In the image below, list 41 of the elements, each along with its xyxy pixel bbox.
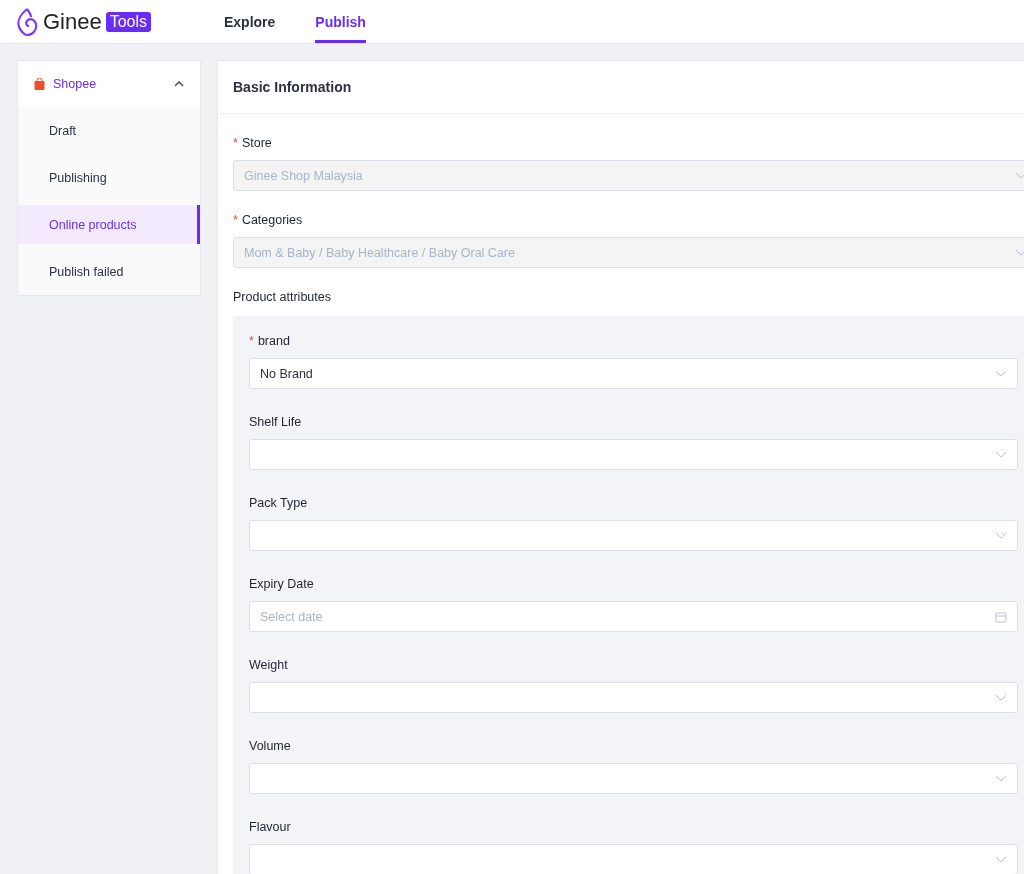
nav-tab[interactable]: Explore bbox=[224, 0, 276, 43]
select-field[interactable] bbox=[249, 763, 1018, 794]
section-label: Product attributes bbox=[233, 290, 332, 304]
section-title: Basic Information bbox=[218, 61, 1024, 114]
required-asterisk: * bbox=[249, 334, 254, 348]
logo-text: Ginee bbox=[43, 8, 102, 35]
required-asterisk: * bbox=[233, 213, 238, 227]
field-label: Flavour bbox=[249, 820, 291, 834]
chevron-down-icon bbox=[995, 775, 1007, 782]
select-field[interactable] bbox=[249, 520, 1018, 551]
chevron-down-icon bbox=[995, 370, 1007, 377]
chevron-down-icon bbox=[995, 694, 1007, 701]
chevron-down-icon bbox=[995, 856, 1007, 863]
field-label: Weight bbox=[249, 658, 288, 672]
sidebar-item[interactable]: Publishing bbox=[18, 154, 200, 201]
nav-tab[interactable]: Publish bbox=[315, 0, 366, 43]
chevron-down-icon bbox=[995, 451, 1007, 458]
field-label: Volume bbox=[249, 739, 291, 753]
chevron-down-icon bbox=[1015, 172, 1024, 179]
logo-icon bbox=[15, 6, 39, 37]
chevron-up-icon bbox=[174, 81, 184, 87]
select-field[interactable] bbox=[249, 439, 1018, 470]
select-field[interactable]: No Brand bbox=[249, 358, 1018, 389]
sidebar-item[interactable]: Draft bbox=[18, 107, 200, 154]
sidebar-item[interactable]: Publish failed bbox=[18, 248, 200, 295]
logo-badge: Tools bbox=[105, 11, 152, 32]
required-asterisk: * bbox=[233, 136, 238, 150]
field-label: Categories bbox=[241, 213, 303, 227]
shopping-bag-icon bbox=[34, 78, 45, 90]
chevron-down-icon bbox=[995, 532, 1007, 539]
sidebar-item[interactable]: Online products bbox=[18, 205, 200, 244]
select-field[interactable] bbox=[249, 682, 1018, 713]
field-label: Pack Type bbox=[249, 496, 308, 510]
calendar-icon bbox=[995, 610, 1007, 623]
field-label: Store bbox=[241, 136, 272, 150]
field-label: Shelf Life bbox=[249, 415, 302, 429]
chevron-down-icon bbox=[1015, 249, 1024, 256]
sidebar-group[interactable]: Shopee bbox=[18, 61, 200, 107]
select-field[interactable] bbox=[249, 844, 1018, 874]
field-label: Expiry Date bbox=[249, 577, 314, 591]
field-label: brand bbox=[257, 334, 290, 348]
